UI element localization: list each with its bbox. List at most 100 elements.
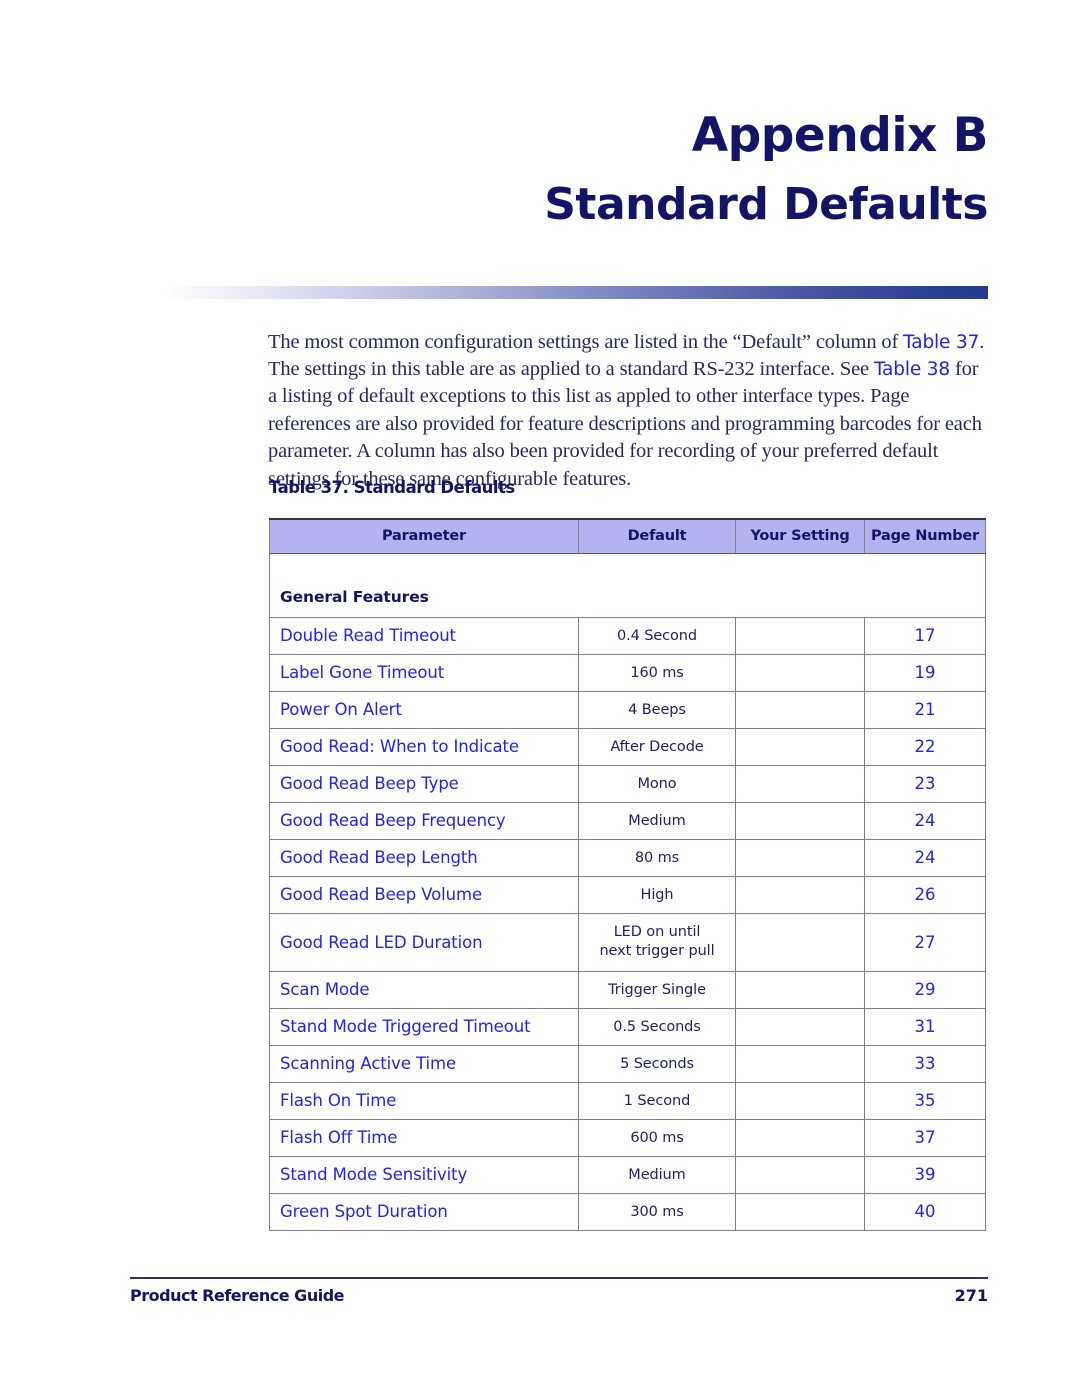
section-label: General Features xyxy=(280,587,429,606)
cell-default-value: 0.5 Seconds xyxy=(578,1007,736,1046)
default-value: LED on until next trigger pull xyxy=(599,924,715,959)
cell-page-number: 29 xyxy=(864,970,986,1009)
parameter-link[interactable]: Stand Mode Triggered Timeout xyxy=(280,1017,531,1036)
default-value: 4 Beeps xyxy=(628,702,686,718)
cell-page-number: 24 xyxy=(864,801,986,840)
table-row: Good Read Beep Type Mono 23 xyxy=(269,764,986,803)
cell-default-value: High xyxy=(578,875,736,914)
cell-your-setting[interactable] xyxy=(735,1007,865,1046)
table-row: Flash Off Time 600 ms 37 xyxy=(269,1118,986,1157)
table-header-row: Parameter Default Your Setting Page Numb… xyxy=(269,518,986,554)
intro-text-1: The most common configuration settings a… xyxy=(268,330,904,353)
default-value: After Decode xyxy=(610,739,704,755)
parameter-link[interactable]: Power On Alert xyxy=(280,700,402,719)
cell-default-value: 80 ms xyxy=(578,838,736,877)
parameter-link[interactable]: Stand Mode Sensitivity xyxy=(280,1165,467,1184)
cell-your-setting[interactable] xyxy=(735,653,865,692)
page-number-link[interactable]: 31 xyxy=(915,1017,936,1036)
parameter-link[interactable]: Good Read: When to Indicate xyxy=(280,737,519,756)
cell-page-number: 33 xyxy=(864,1044,986,1083)
cell-default-value: 1 Second xyxy=(578,1081,736,1120)
cell-your-setting[interactable] xyxy=(735,1118,865,1157)
page-number-link[interactable]: 26 xyxy=(915,885,936,904)
cell-page-number: 21 xyxy=(864,690,986,729)
cell-parameter: Good Read Beep Volume xyxy=(269,875,579,914)
appendix-label: Appendix B xyxy=(691,108,989,163)
cell-your-setting[interactable] xyxy=(735,690,865,729)
parameter-link[interactable]: Double Read Timeout xyxy=(280,626,456,645)
page-number-link[interactable]: 33 xyxy=(915,1054,936,1073)
column-header-your-setting: Your Setting xyxy=(735,518,865,554)
appendix-title-block: Appendix B Standard Defaults xyxy=(0,108,988,232)
cell-your-setting[interactable] xyxy=(735,801,865,840)
default-value: Medium xyxy=(628,813,686,829)
footer-page-number: 271 xyxy=(954,1286,988,1305)
parameter-link[interactable]: Good Read LED Duration xyxy=(280,933,483,952)
parameter-link[interactable]: Flash Off Time xyxy=(280,1128,397,1147)
cell-your-setting[interactable] xyxy=(735,912,865,972)
cell-default-value: 5 Seconds xyxy=(578,1044,736,1083)
cell-your-setting[interactable] xyxy=(735,616,865,655)
page-number-link[interactable]: 23 xyxy=(915,774,936,793)
table-header: Parameter Default Your Setting Page Numb… xyxy=(269,518,986,554)
table-row: Good Read Beep Frequency Medium 24 xyxy=(269,801,986,840)
cell-page-number: 31 xyxy=(864,1007,986,1046)
parameter-link[interactable]: Scanning Active Time xyxy=(280,1054,456,1073)
cell-page-number: 24 xyxy=(864,838,986,877)
table-38-link[interactable]: Table 38 xyxy=(874,359,950,380)
cell-parameter: Stand Mode Triggered Timeout xyxy=(269,1007,579,1046)
cell-your-setting[interactable] xyxy=(735,1081,865,1120)
cell-your-setting[interactable] xyxy=(735,970,865,1009)
cell-your-setting[interactable] xyxy=(735,838,865,877)
intro-paragraph: The most common configuration settings a… xyxy=(268,329,988,493)
page-number-link[interactable]: 35 xyxy=(915,1091,936,1110)
cell-default-value: Mono xyxy=(578,764,736,803)
cell-default-value: LED on until next trigger pull xyxy=(578,912,736,972)
page-number-link[interactable]: 19 xyxy=(915,663,936,682)
cell-parameter: Good Read LED Duration xyxy=(269,912,579,972)
page-number-link[interactable]: 39 xyxy=(915,1165,936,1184)
cell-default-value: 160 ms xyxy=(578,653,736,692)
page-number-link[interactable]: 40 xyxy=(915,1202,936,1221)
parameter-link[interactable]: Good Read Beep Length xyxy=(280,848,478,867)
default-value: Medium xyxy=(628,1167,686,1183)
cell-page-number: 26 xyxy=(864,875,986,914)
parameter-link[interactable]: Green Spot Duration xyxy=(280,1202,448,1221)
cell-default-value: 600 ms xyxy=(578,1118,736,1157)
default-value: High xyxy=(640,887,674,903)
cell-parameter: Double Read Timeout xyxy=(269,616,579,655)
cell-page-number: 39 xyxy=(864,1155,986,1194)
page-number-link[interactable]: 27 xyxy=(915,933,936,952)
table-37-link[interactable]: Table 37 xyxy=(903,332,979,353)
parameter-link[interactable]: Good Read Beep Type xyxy=(280,774,459,793)
parameter-link[interactable]: Good Read Beep Volume xyxy=(280,885,482,904)
page-number-link[interactable]: 37 xyxy=(915,1128,936,1147)
page-number-link[interactable]: 24 xyxy=(915,848,936,867)
page-number-link[interactable]: 24 xyxy=(915,811,936,830)
cell-page-number: 19 xyxy=(864,653,986,692)
cell-your-setting[interactable] xyxy=(735,1155,865,1194)
cell-parameter: Good Read Beep Type xyxy=(269,764,579,803)
cell-your-setting[interactable] xyxy=(735,764,865,803)
parameter-link[interactable]: Flash On Time xyxy=(280,1091,396,1110)
cell-your-setting[interactable] xyxy=(735,1044,865,1083)
page-number-link[interactable]: 29 xyxy=(915,980,936,999)
cell-your-setting[interactable] xyxy=(735,1192,865,1231)
cell-your-setting[interactable] xyxy=(735,727,865,766)
parameter-link[interactable]: Label Gone Timeout xyxy=(280,663,444,682)
cell-parameter: Scanning Active Time xyxy=(269,1044,579,1083)
cell-default-value: Medium xyxy=(578,801,736,840)
default-value: 600 ms xyxy=(630,1130,684,1146)
parameter-link[interactable]: Scan Mode xyxy=(280,980,370,999)
page-number-link[interactable]: 17 xyxy=(915,626,936,645)
standard-defaults-table: Parameter Default Your Setting Page Numb… xyxy=(269,518,986,1231)
table-row: Stand Mode Sensitivity Medium 39 xyxy=(269,1155,986,1194)
default-value: 160 ms xyxy=(630,665,684,681)
parameter-link[interactable]: Good Read Beep Frequency xyxy=(280,811,506,830)
cell-parameter: Flash On Time xyxy=(269,1081,579,1120)
default-value: 80 ms xyxy=(634,850,680,866)
page-number-link[interactable]: 22 xyxy=(915,737,936,756)
cell-default-value: 4 Beeps xyxy=(578,690,736,729)
page-number-link[interactable]: 21 xyxy=(915,700,936,719)
cell-your-setting[interactable] xyxy=(735,875,865,914)
